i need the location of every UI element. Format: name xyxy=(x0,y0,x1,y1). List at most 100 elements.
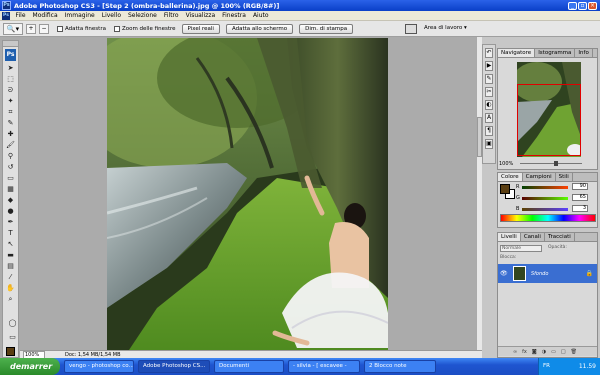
r-slider[interactable] xyxy=(522,186,568,189)
tab-canali[interactable]: Canali xyxy=(521,233,545,241)
link-layers-icon[interactable]: ∞ xyxy=(513,349,517,355)
slider-knob[interactable] xyxy=(554,161,558,166)
image-canvas[interactable] xyxy=(107,38,388,353)
healing-brush-tool-icon[interactable]: ✚ xyxy=(5,129,16,139)
tab-navigatore[interactable]: Navigatore xyxy=(498,49,536,57)
new-layer-icon[interactable]: □ xyxy=(561,349,566,355)
adatta-finestra-checkbox[interactable]: Adatta finestra xyxy=(57,25,106,32)
pixel-reali-button[interactable]: Pixel reali xyxy=(181,23,220,34)
blend-mode-select[interactable]: Normale xyxy=(500,245,542,252)
document-size-info[interactable]: Doc: 1,54 MB/1,54 MB xyxy=(65,352,121,358)
language-indicator[interactable]: FR xyxy=(543,358,550,375)
path-selection-tool-icon[interactable]: ↖ xyxy=(5,239,16,249)
clock[interactable]: 11.59 xyxy=(579,363,596,370)
crop-tool-icon[interactable]: ⌗ xyxy=(5,107,16,117)
move-tool-icon[interactable]: ➤ xyxy=(5,63,16,73)
quick-mask-icon[interactable]: ◯ xyxy=(5,318,20,328)
minimize-button[interactable]: _ xyxy=(568,1,577,10)
layer-style-icon[interactable]: fx xyxy=(522,349,527,355)
b-value-field[interactable]: 3 xyxy=(572,205,588,212)
lasso-tool-icon[interactable]: ᘐ xyxy=(5,85,16,95)
tab-campioni[interactable]: Campioni xyxy=(523,173,556,181)
dim-stampa-button[interactable]: Dim. di stampa xyxy=(299,23,354,34)
type-tool-icon[interactable]: T xyxy=(5,228,16,238)
tab-stili[interactable]: Stili xyxy=(556,173,573,181)
tab-istogramma[interactable]: Istogramma xyxy=(535,49,576,57)
screen-mode-icon[interactable]: ▭ xyxy=(5,332,20,342)
history-icon[interactable]: ↶ xyxy=(485,48,493,58)
blur-tool-icon[interactable]: ◆ xyxy=(5,195,16,205)
dodge-tool-icon[interactable]: ● xyxy=(5,206,16,216)
maximize-button[interactable]: ▫ xyxy=(578,1,587,10)
clone-source-icon[interactable]: ◐ xyxy=(485,100,493,110)
task-blocco-note[interactable]: 2 Blocco note xyxy=(364,360,436,373)
g-slider[interactable] xyxy=(522,197,568,200)
tab-tracciati[interactable]: Tracciati xyxy=(545,233,575,241)
tab-info[interactable]: Info xyxy=(575,49,593,57)
task-documenti[interactable]: Documenti xyxy=(214,360,284,373)
marquee-tool-icon[interactable]: ⬚ xyxy=(5,74,16,84)
layer-mask-icon[interactable]: ◙ xyxy=(532,349,537,355)
menu-livello[interactable]: Livello xyxy=(98,11,124,21)
new-group-icon[interactable]: ▭ xyxy=(551,349,556,355)
photoshop-logo-icon[interactable]: Ps xyxy=(5,49,16,61)
brush-tool-icon[interactable]: 🖌 xyxy=(5,140,16,150)
adjustment-layer-icon[interactable]: ◑ xyxy=(542,349,546,355)
zoom-tool-icon[interactable]: ⌕ xyxy=(5,294,16,304)
menu-file[interactable]: File xyxy=(12,11,29,21)
tab-colore[interactable]: Colore xyxy=(498,173,523,181)
paragraph-icon[interactable]: ¶ xyxy=(485,126,493,136)
delete-layer-icon[interactable]: 🗑 xyxy=(571,349,577,355)
gradient-tool-icon[interactable]: ▦ xyxy=(5,184,16,194)
g-value-field[interactable]: 65 xyxy=(572,194,588,201)
zoom-icon[interactable]: 🔍▾ xyxy=(3,22,23,35)
app-menu-icon[interactable]: Ps xyxy=(2,11,10,20)
toolbox-grip[interactable] xyxy=(3,41,18,47)
tool-presets-icon[interactable]: ✂ xyxy=(485,87,493,97)
layer-row-sfondo[interactable]: 👁 Sfondo 🔒 xyxy=(498,264,597,283)
character-icon[interactable]: A xyxy=(485,113,493,123)
zoom-out-icon[interactable]: − xyxy=(39,23,49,34)
menu-finestra[interactable]: Finestra xyxy=(219,11,250,21)
photoshop-logo-icon: Ps xyxy=(2,1,11,10)
menu-aiuto[interactable]: Aiuto xyxy=(249,11,272,21)
shape-tool-icon[interactable]: ▬ xyxy=(5,250,16,260)
navigator-zoom-slider[interactable] xyxy=(520,161,582,166)
color-spectrum-bar[interactable] xyxy=(500,214,596,222)
palette-well-icon[interactable] xyxy=(405,24,417,34)
foreground-color-swatch[interactable] xyxy=(6,347,15,356)
clone-stamp-tool-icon[interactable]: ⚲ xyxy=(5,151,16,161)
eyedropper-tool-icon[interactable]: ⁄ xyxy=(5,272,16,282)
workspace-menu[interactable]: Area di lavoro ▾ xyxy=(424,25,467,31)
magic-wand-tool-icon[interactable]: ✦ xyxy=(5,96,16,106)
slice-tool-icon[interactable]: ✎ xyxy=(5,118,16,128)
notes-tool-icon[interactable]: ▤ xyxy=(5,261,16,271)
menu-immagine[interactable]: Immagine xyxy=(61,11,98,21)
menu-modifica[interactable]: Modifica xyxy=(29,11,61,21)
task-silvia[interactable]: - silvia - [ escavee - xyxy=(288,360,360,373)
hand-tool-icon[interactable]: ✋ xyxy=(5,283,16,293)
layer-comps-icon[interactable]: ▣ xyxy=(485,139,493,149)
menu-filtro[interactable]: Filtro xyxy=(160,11,182,21)
foreground-color-swatch[interactable] xyxy=(500,184,510,194)
b-slider[interactable] xyxy=(522,208,568,211)
r-value-field[interactable]: 90 xyxy=(572,183,588,190)
start-button[interactable]: demarrer xyxy=(0,358,60,375)
eraser-tool-icon[interactable]: ▭ xyxy=(5,173,16,183)
eye-icon[interactable]: 👁 xyxy=(500,270,508,277)
actions-icon[interactable]: ▶ xyxy=(485,61,493,71)
menu-selezione[interactable]: Selezione xyxy=(125,11,161,21)
pen-tool-icon[interactable]: ✒ xyxy=(5,217,16,227)
task-photoshop[interactable]: Adobe Photoshop CS... xyxy=(138,360,210,373)
zoom-finestre-checkbox[interactable]: Zoom delle finestre xyxy=(113,25,176,32)
navigator-view-box[interactable] xyxy=(517,84,581,156)
menu-visualizza[interactable]: Visualizza xyxy=(182,11,219,21)
close-button[interactable]: × xyxy=(588,1,597,10)
brushes-icon[interactable]: ✎ xyxy=(485,74,493,84)
zoom-in-icon[interactable]: + xyxy=(26,23,36,34)
navigator-zoom-value[interactable]: 100% xyxy=(499,161,513,167)
task-vengo[interactable]: vengo - photoshop co... xyxy=(64,360,134,373)
history-brush-tool-icon[interactable]: ↺ xyxy=(5,162,16,172)
adatta-schermo-button[interactable]: Adatta allo schermo xyxy=(225,23,294,34)
tab-livelli[interactable]: Livelli xyxy=(498,233,521,241)
